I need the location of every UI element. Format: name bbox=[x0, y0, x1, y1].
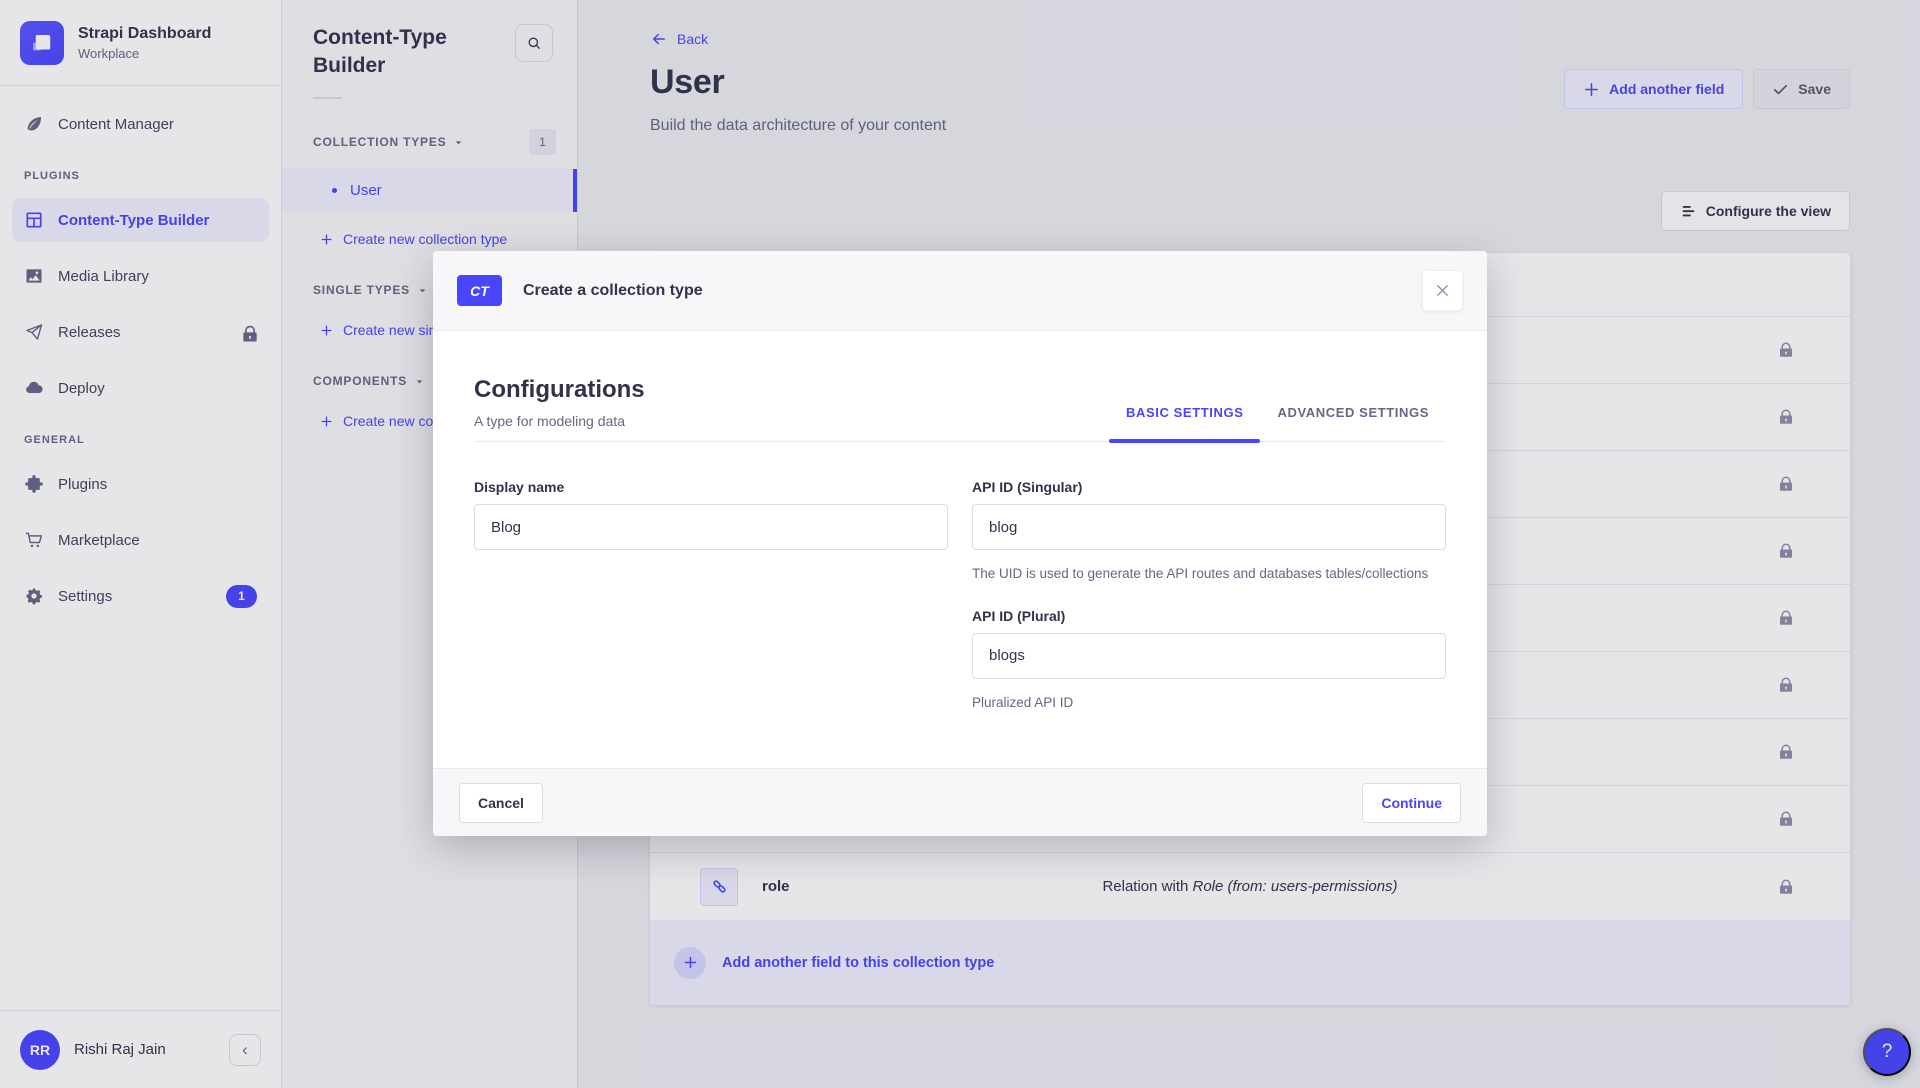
modal-title: Create a collection type bbox=[523, 282, 703, 300]
display-name-field-group: Display name bbox=[474, 479, 948, 584]
collection-type-badge: CT bbox=[457, 275, 502, 306]
cancel-button[interactable]: Cancel bbox=[459, 783, 543, 823]
modal-form: Display name API ID (Singular) The UID i… bbox=[474, 479, 1446, 712]
modal-tabs: BASIC SETTINGS ADVANCED SETTINGS bbox=[1109, 331, 1446, 441]
api-id-plural-label: API ID (Plural) bbox=[972, 608, 1446, 624]
config-title: Configurations bbox=[474, 376, 645, 404]
api-id-singular-input[interactable] bbox=[972, 504, 1446, 550]
close-icon bbox=[1433, 281, 1452, 300]
modal-close-button[interactable] bbox=[1422, 270, 1463, 311]
modal-footer: Cancel Continue bbox=[433, 768, 1487, 836]
display-name-input[interactable] bbox=[474, 504, 948, 550]
api-id-plural-help: Pluralized API ID bbox=[972, 693, 1442, 713]
api-id-plural-field-group: API ID (Plural) Pluralized API ID bbox=[972, 608, 1446, 713]
modal-header: CT Create a collection type bbox=[433, 251, 1487, 331]
api-id-singular-help: The UID is used to generate the API rout… bbox=[972, 564, 1442, 584]
continue-button[interactable]: Continue bbox=[1362, 783, 1461, 823]
modal-body: Configurations A type for modeling data … bbox=[433, 331, 1487, 768]
config-subtitle: A type for modeling data bbox=[474, 413, 645, 429]
display-name-label: Display name bbox=[474, 479, 948, 495]
create-collection-type-modal: CT Create a collection type Configuratio… bbox=[433, 251, 1487, 836]
config-heading: Configurations A type for modeling data bbox=[474, 331, 645, 441]
api-id-singular-field-group: API ID (Singular) The UID is used to gen… bbox=[972, 479, 1446, 584]
config-header-row: Configurations A type for modeling data … bbox=[474, 331, 1446, 442]
tab-basic-settings[interactable]: BASIC SETTINGS bbox=[1109, 405, 1260, 441]
tab-advanced-settings[interactable]: ADVANCED SETTINGS bbox=[1260, 405, 1446, 441]
api-id-singular-label: API ID (Singular) bbox=[972, 479, 1446, 495]
api-id-plural-input[interactable] bbox=[972, 633, 1446, 679]
